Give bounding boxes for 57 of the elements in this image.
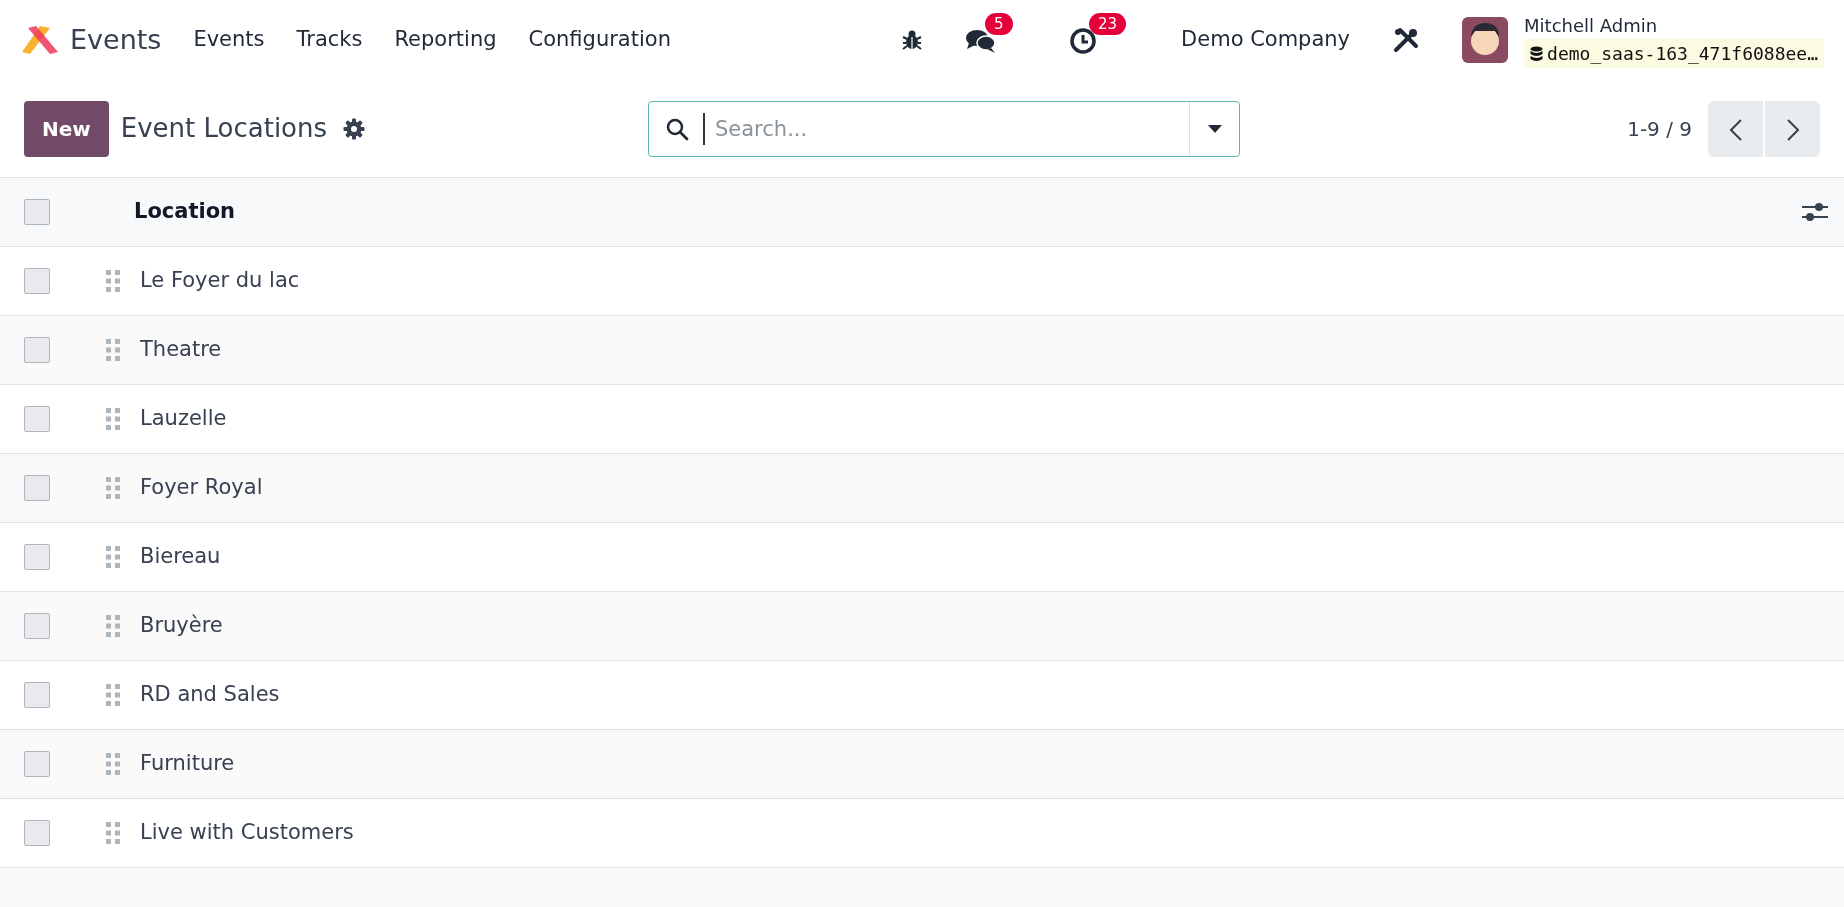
database-icon xyxy=(1530,45,1544,62)
page-title: Event Locations xyxy=(120,112,328,145)
drag-handle-icon[interactable] xyxy=(106,546,120,568)
bug-icon[interactable] xyxy=(901,29,924,51)
location-cell-text: Le Foyer du lac xyxy=(140,267,300,295)
search-bar[interactable]: Search... xyxy=(648,100,1240,157)
menu-item[interactable]: Events xyxy=(177,24,281,56)
row-checkbox[interactable] xyxy=(24,613,50,639)
clock-icon[interactable] xyxy=(1069,27,1098,56)
row-checkbox[interactable] xyxy=(24,268,50,294)
drag-handle-icon[interactable] xyxy=(106,753,120,775)
row-checkbox[interactable] xyxy=(24,682,50,708)
location-cell-text: Theatre xyxy=(140,336,222,364)
chevron-left-icon xyxy=(1729,119,1742,141)
row-checkbox[interactable] xyxy=(24,751,50,777)
search-icon xyxy=(665,116,689,141)
select-all-checkbox[interactable] xyxy=(24,199,50,225)
pager-value[interactable]: 1-9 / 9 xyxy=(1627,113,1692,144)
next-page-button[interactable] xyxy=(1765,100,1820,157)
location-cell-text: Foyer Royal xyxy=(140,474,263,502)
location-cell-text: Lauzelle xyxy=(140,405,227,433)
sliders-icon[interactable] xyxy=(1802,201,1828,223)
row-checkbox[interactable] xyxy=(24,475,50,501)
row-checkbox[interactable] xyxy=(24,406,50,432)
menu-item[interactable]: Configuration xyxy=(512,24,687,56)
caret-icon xyxy=(1207,124,1222,133)
drag-handle-icon[interactable] xyxy=(106,339,120,361)
drag-handle-icon[interactable] xyxy=(106,408,120,430)
menu-item[interactable]: Tracks xyxy=(280,24,379,56)
user-name: Mitchell Admin xyxy=(1524,14,1659,38)
row-checkbox[interactable] xyxy=(24,544,50,570)
previous-page-button[interactable] xyxy=(1708,100,1763,157)
drag-handle-icon[interactable] xyxy=(106,684,120,706)
new-button[interactable]: New xyxy=(24,100,109,157)
row-checkbox[interactable] xyxy=(24,820,50,846)
settings-icon[interactable] xyxy=(343,117,366,140)
chevron-right-icon xyxy=(1786,119,1799,141)
menu-item[interactable]: Reporting xyxy=(378,24,513,56)
app-name[interactable]: Events xyxy=(70,19,162,61)
drag-handle-icon[interactable] xyxy=(106,477,120,499)
location-cell-text: Furniture xyxy=(140,750,235,778)
chat-icon[interactable] xyxy=(965,27,998,56)
location-cell-text: RD and Sales xyxy=(140,681,280,709)
drag-handle-icon[interactable] xyxy=(106,822,120,844)
drag-handle-icon[interactable] xyxy=(106,270,120,292)
avatar-icon[interactable] xyxy=(1462,17,1509,63)
row-checkbox[interactable] xyxy=(24,337,50,363)
messages-count-badge: 5 xyxy=(985,12,1013,35)
location-cell-text: Biereau xyxy=(140,543,221,571)
drag-handle-icon[interactable] xyxy=(106,615,120,637)
location-cell-text: Live with Customers xyxy=(140,819,354,847)
column-header[interactable]: Location xyxy=(134,196,236,228)
database-name: demo_saas-163_471f6088ee… xyxy=(1547,42,1818,66)
location-cell-text: Bruyère xyxy=(140,612,223,640)
activities-count-badge: 23 xyxy=(1089,12,1127,35)
tools-icon[interactable] xyxy=(1392,26,1421,54)
company-name[interactable]: Demo Company xyxy=(1181,24,1351,56)
